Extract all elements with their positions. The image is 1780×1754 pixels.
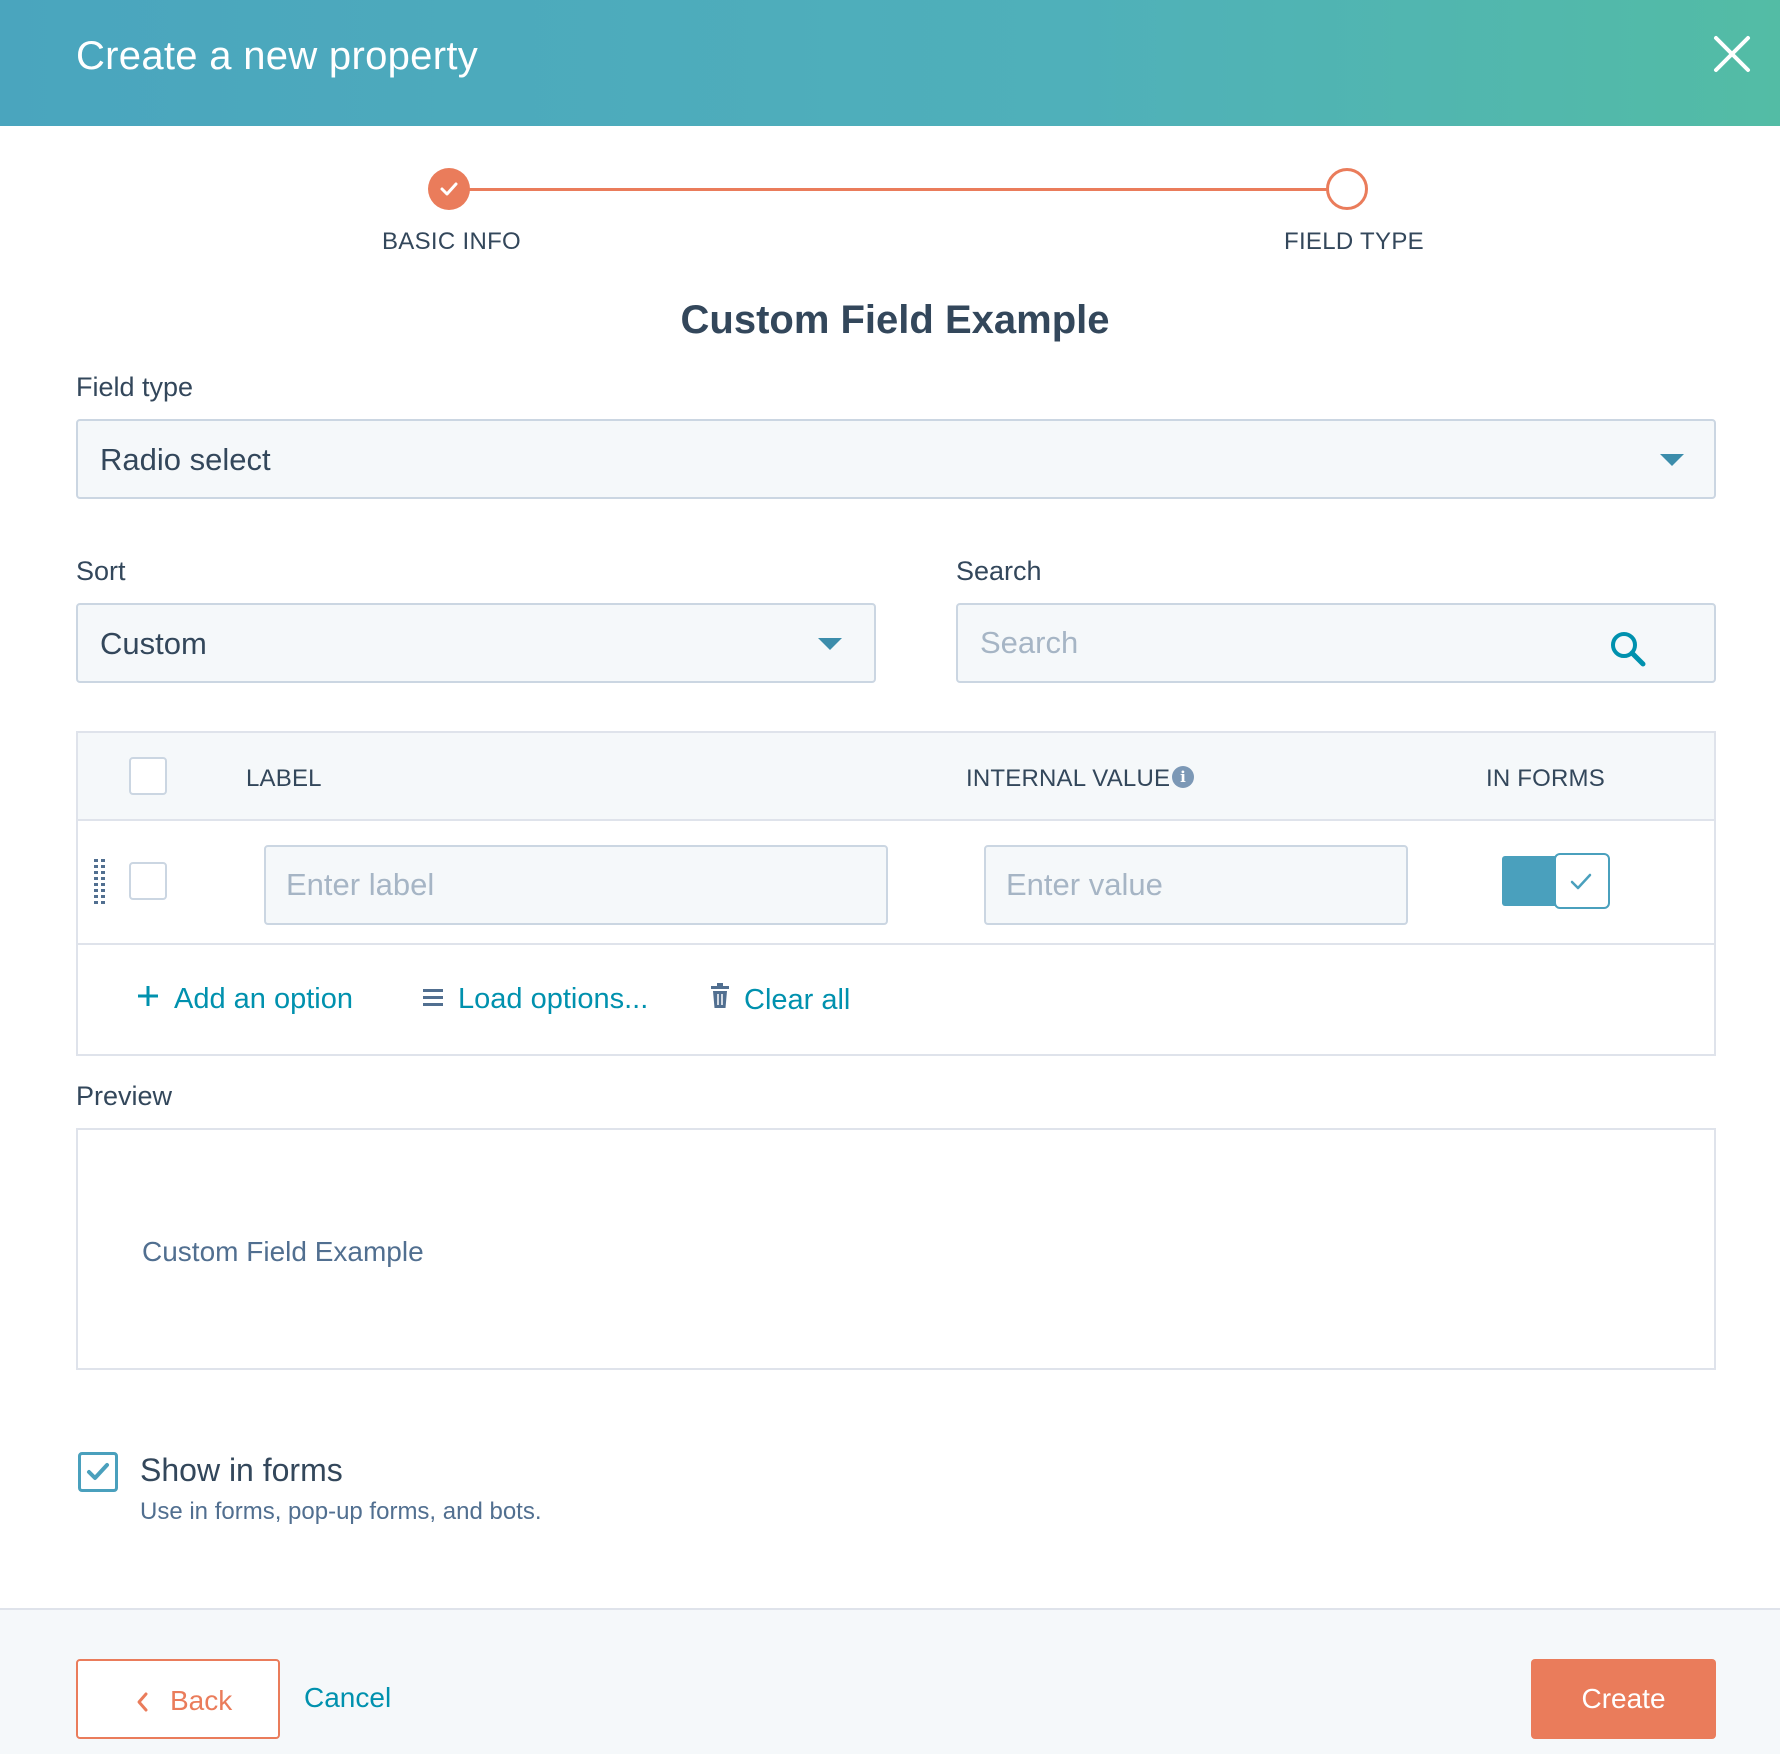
chevron-down-icon <box>818 638 842 650</box>
column-header-label: LABEL <box>246 765 322 792</box>
search-field <box>956 603 1716 683</box>
step-basic-info-label: BASIC INFO <box>382 228 522 255</box>
toggle-knob <box>1554 853 1610 909</box>
check-icon <box>87 1463 109 1480</box>
property-name-heading: Custom Field Example <box>680 298 1110 342</box>
options-table: LABEL INTERNAL VALUE i IN FORMS Enter la… <box>76 731 1716 1056</box>
back-button[interactable]: Back <box>76 1659 280 1739</box>
field-type-select[interactable]: Radio select <box>76 419 1716 499</box>
clear-all-button[interactable]: Clear all <box>710 983 850 1017</box>
table-row <box>78 821 1714 945</box>
check-icon <box>440 182 458 196</box>
info-icon[interactable]: i <box>1172 766 1194 788</box>
show-in-forms-label: Show in forms <box>140 1452 343 1488</box>
check-icon <box>1570 873 1592 890</box>
create-button[interactable]: Create <box>1531 1659 1716 1739</box>
drag-handle-icon[interactable] <box>94 859 106 905</box>
step-field-type-label: FIELD TYPE <box>1284 228 1424 255</box>
column-header-in-forms: IN FORMS <box>1486 765 1605 792</box>
show-in-forms-help-text: Use in forms, pop-up forms, and bots. <box>140 1498 542 1525</box>
show-in-forms-checkbox[interactable] <box>78 1452 118 1492</box>
chevron-left-icon <box>134 1689 150 1713</box>
back-button-label: Back <box>170 1685 233 1716</box>
preview-label: Preview <box>76 1081 173 1111</box>
search-icon[interactable] <box>1608 629 1648 669</box>
cancel-button[interactable]: Cancel <box>304 1682 391 1714</box>
chevron-down-icon <box>1660 454 1684 466</box>
dialog-title: Create a new property <box>76 34 479 78</box>
column-header-internal-value: INTERNAL VALUE <box>966 765 1171 792</box>
plus-icon <box>136 983 160 1016</box>
add-option-button[interactable]: Add an option <box>136 983 353 1016</box>
load-options-label: Load options... <box>458 983 649 1015</box>
sort-label: Sort <box>76 556 126 586</box>
close-button[interactable] <box>1710 32 1754 76</box>
clear-all-label: Clear all <box>744 983 851 1016</box>
search-label: Search <box>956 556 1042 586</box>
progress-stepper: BASIC INFO FIELD TYPE <box>0 126 1780 266</box>
in-forms-toggle[interactable] <box>1502 853 1610 909</box>
close-icon <box>1714 36 1750 72</box>
options-actions: Add an option Load options... Clear all <box>78 945 1714 1055</box>
sort-value: Custom <box>100 626 207 661</box>
option-label-input[interactable] <box>264 845 888 925</box>
load-options-button[interactable]: Load options... <box>422 983 648 1016</box>
preview-field-label: Custom Field Example <box>142 1236 424 1267</box>
row-checkbox[interactable] <box>129 862 167 900</box>
field-type-value: Radio select <box>100 442 271 477</box>
select-all-checkbox[interactable] <box>129 757 167 795</box>
preview-panel: Custom Field Example <box>76 1128 1716 1370</box>
step-field-type-indicator <box>1326 168 1368 210</box>
trash-icon <box>710 983 730 1017</box>
field-type-label: Field type <box>76 372 194 402</box>
option-value-input[interactable] <box>984 845 1408 925</box>
step-basic-info-indicator <box>428 168 470 210</box>
search-input[interactable] <box>960 607 1620 679</box>
options-table-header: LABEL INTERNAL VALUE i IN FORMS <box>78 733 1714 821</box>
sort-select[interactable]: Custom <box>76 603 876 683</box>
stepper-line <box>449 188 1347 191</box>
dialog-footer: Back Cancel Create <box>0 1608 1780 1754</box>
dialog-header: Create a new property <box>0 0 1780 126</box>
add-option-label: Add an option <box>174 983 353 1015</box>
list-icon <box>422 983 444 1016</box>
create-property-dialog: Create a new property BASIC INFO FIELD T… <box>0 0 1780 1754</box>
